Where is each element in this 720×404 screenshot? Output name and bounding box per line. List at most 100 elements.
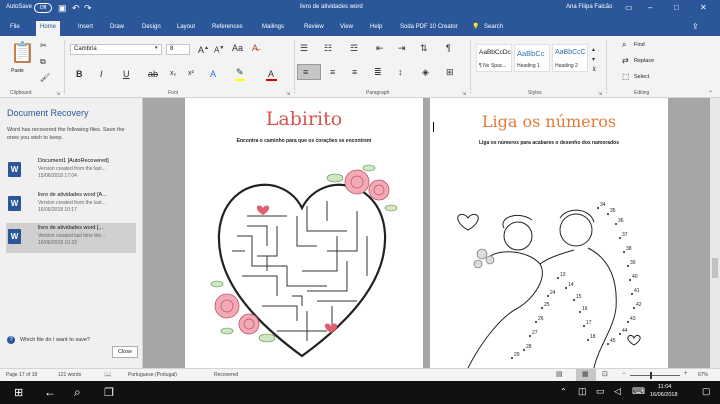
proofing-icon[interactable]: 📖 bbox=[104, 371, 111, 378]
paragraph-launcher-icon[interactable]: ⇲ bbox=[462, 91, 466, 97]
language[interactable]: Portuguese (Portugal) bbox=[128, 372, 177, 378]
highlight-icon[interactable]: ✎ bbox=[236, 66, 244, 78]
autosave-toggle[interactable]: Off bbox=[34, 3, 52, 13]
bold-icon[interactable]: B bbox=[76, 68, 83, 80]
undo-icon[interactable]: ↶ bbox=[72, 3, 80, 14]
numbering-icon[interactable]: ☷ bbox=[324, 42, 332, 54]
sort-icon[interactable]: ⇅ bbox=[420, 42, 428, 54]
chevron-down-icon[interactable]: ▾ bbox=[155, 45, 158, 51]
tab-view[interactable]: View bbox=[336, 21, 357, 36]
tab-help[interactable]: Help bbox=[366, 21, 386, 36]
tab-review[interactable]: Review bbox=[300, 21, 328, 36]
align-center-icon[interactable]: ≡ bbox=[330, 66, 335, 78]
borders-icon[interactable]: ⊞ bbox=[446, 66, 454, 78]
increase-indent-icon[interactable]: ⇥ bbox=[398, 42, 406, 54]
decrease-indent-icon[interactable]: ⇤ bbox=[376, 42, 384, 54]
read-mode-icon[interactable]: ▤ bbox=[556, 370, 563, 378]
tab-file[interactable]: File bbox=[6, 21, 24, 36]
tab-draw[interactable]: Draw bbox=[106, 21, 128, 36]
zoom-slider[interactable] bbox=[630, 375, 680, 376]
subscript-icon[interactable]: x₂ bbox=[170, 68, 176, 80]
strikethrough-icon[interactable]: ab bbox=[148, 68, 158, 80]
italic-icon[interactable]: I bbox=[100, 68, 103, 80]
recovery-item-selected[interactable]: W livro de atividades word [... Version … bbox=[6, 223, 136, 253]
tell-me-search[interactable]: Search bbox=[480, 21, 507, 36]
font-size-select[interactable]: 8 bbox=[166, 44, 190, 55]
keyboard-icon[interactable]: ⌨ bbox=[632, 386, 645, 397]
minimize-icon[interactable]: – bbox=[648, 3, 652, 12]
select-icon[interactable]: ⬚ bbox=[622, 72, 630, 81]
text-effects-icon[interactable]: A bbox=[210, 68, 216, 80]
zoom-in-icon[interactable]: + bbox=[684, 371, 688, 377]
replace-icon[interactable]: ⇄ bbox=[622, 56, 629, 65]
clock-date[interactable]: 16/06/2018 bbox=[650, 392, 678, 398]
show-formatting-icon[interactable]: ¶ bbox=[446, 42, 451, 54]
font-launcher-icon[interactable]: ⇲ bbox=[286, 91, 290, 97]
bullets-icon[interactable]: ☰ bbox=[300, 42, 308, 54]
zoom-level[interactable]: 67% bbox=[698, 372, 708, 378]
grow-font-icon[interactable]: A▲ bbox=[198, 42, 209, 56]
paste-icon[interactable]: 📋 bbox=[10, 40, 35, 68]
redo-icon[interactable]: ↷ bbox=[84, 3, 92, 14]
align-left-button[interactable] bbox=[297, 64, 321, 80]
justify-icon[interactable]: ≣ bbox=[374, 66, 382, 78]
back-icon[interactable]: ← bbox=[44, 385, 56, 399]
change-case-icon[interactable]: Aa bbox=[232, 42, 243, 54]
clear-formatting-icon[interactable]: A̶ bbox=[252, 42, 258, 54]
ribbon-display-icon[interactable]: ▭ bbox=[625, 3, 633, 12]
share-icon[interactable]: ⇪ bbox=[688, 21, 703, 36]
style-heading-1[interactable]: AaBbCc Heading 1 bbox=[514, 44, 550, 72]
select-button[interactable]: Select bbox=[634, 74, 649, 80]
close-icon[interactable]: ✕ bbox=[700, 3, 707, 12]
volume-icon[interactable]: ◁ bbox=[614, 386, 621, 397]
word-count[interactable]: 121 words bbox=[58, 372, 81, 378]
shading-icon[interactable]: ◈ bbox=[422, 66, 429, 78]
cut-icon[interactable]: ✂ bbox=[40, 40, 47, 52]
recovery-item[interactable]: W livro de atividades word [A... Version… bbox=[6, 190, 136, 220]
page-count[interactable]: Page 17 of 18 bbox=[6, 372, 37, 378]
styles-launcher-icon[interactable]: ⇲ bbox=[598, 91, 602, 97]
network-icon[interactable]: ◫ bbox=[578, 386, 587, 397]
copy-icon[interactable]: ⧉ bbox=[40, 56, 46, 68]
tab-home[interactable]: Home bbox=[36, 21, 61, 37]
tab-soda-pdf[interactable]: Soda PDF 10 Creator bbox=[396, 21, 462, 36]
find-button[interactable]: Find bbox=[634, 42, 645, 48]
vertical-scrollbar[interactable] bbox=[710, 98, 720, 368]
battery-icon[interactable]: ▭ bbox=[596, 386, 605, 397]
font-name-select[interactable]: Cambria bbox=[70, 44, 162, 55]
zoom-out-icon[interactable]: − bbox=[622, 371, 626, 377]
notifications-up-icon[interactable]: ⌃ bbox=[560, 387, 567, 396]
superscript-icon[interactable]: x² bbox=[188, 68, 194, 80]
maximize-icon[interactable]: □ bbox=[674, 3, 679, 12]
search-icon[interactable]: ⌕ bbox=[74, 385, 81, 400]
format-painter-icon[interactable]: 🖌 bbox=[40, 72, 50, 84]
action-center-icon[interactable]: ▢ bbox=[702, 386, 711, 397]
tab-layout[interactable]: Layout bbox=[173, 21, 199, 36]
paste-button[interactable]: Paste bbox=[11, 68, 24, 74]
web-layout-icon[interactable]: ⊡ bbox=[602, 370, 608, 378]
collapse-ribbon-icon[interactable]: ⌃ bbox=[708, 90, 713, 97]
close-button[interactable]: Close bbox=[112, 346, 138, 358]
which-file-help-link[interactable]: Which file do I want to save? bbox=[20, 337, 90, 343]
task-view-icon[interactable]: ❐ bbox=[104, 386, 114, 399]
clock-time[interactable]: 11:04 bbox=[658, 384, 671, 390]
tab-design[interactable]: Design bbox=[138, 21, 165, 36]
style-no-spacing[interactable]: AaBbCcDc ¶ No Spac... bbox=[476, 44, 512, 72]
style-heading-2[interactable]: AaBbCcC Heading 2 bbox=[552, 44, 588, 72]
start-icon[interactable]: ⊞ bbox=[14, 386, 23, 399]
recovery-item[interactable]: W Document1 [AutoRecovered] Version crea… bbox=[6, 156, 136, 186]
tab-mailings[interactable]: Mailings bbox=[258, 21, 288, 36]
clipboard-launcher-icon[interactable]: ⇲ bbox=[56, 91, 60, 97]
line-spacing-icon[interactable]: ↕ bbox=[398, 66, 403, 78]
styles-more-icon[interactable]: ⊻ bbox=[592, 64, 596, 76]
tab-insert[interactable]: Insert bbox=[74, 21, 97, 36]
find-icon[interactable]: ⌕ bbox=[622, 40, 626, 50]
tab-references[interactable]: References bbox=[208, 21, 247, 36]
scrollbar-thumb[interactable] bbox=[712, 258, 718, 278]
replace-button[interactable]: Replace bbox=[634, 58, 654, 64]
help-icon[interactable]: ? bbox=[7, 336, 15, 344]
align-right-icon[interactable]: ≡ bbox=[352, 66, 357, 78]
user-name[interactable]: Ana Filipa Falcão bbox=[566, 4, 612, 10]
multilevel-list-icon[interactable]: ☲ bbox=[350, 42, 358, 54]
shrink-font-icon[interactable]: A▼ bbox=[214, 42, 224, 57]
